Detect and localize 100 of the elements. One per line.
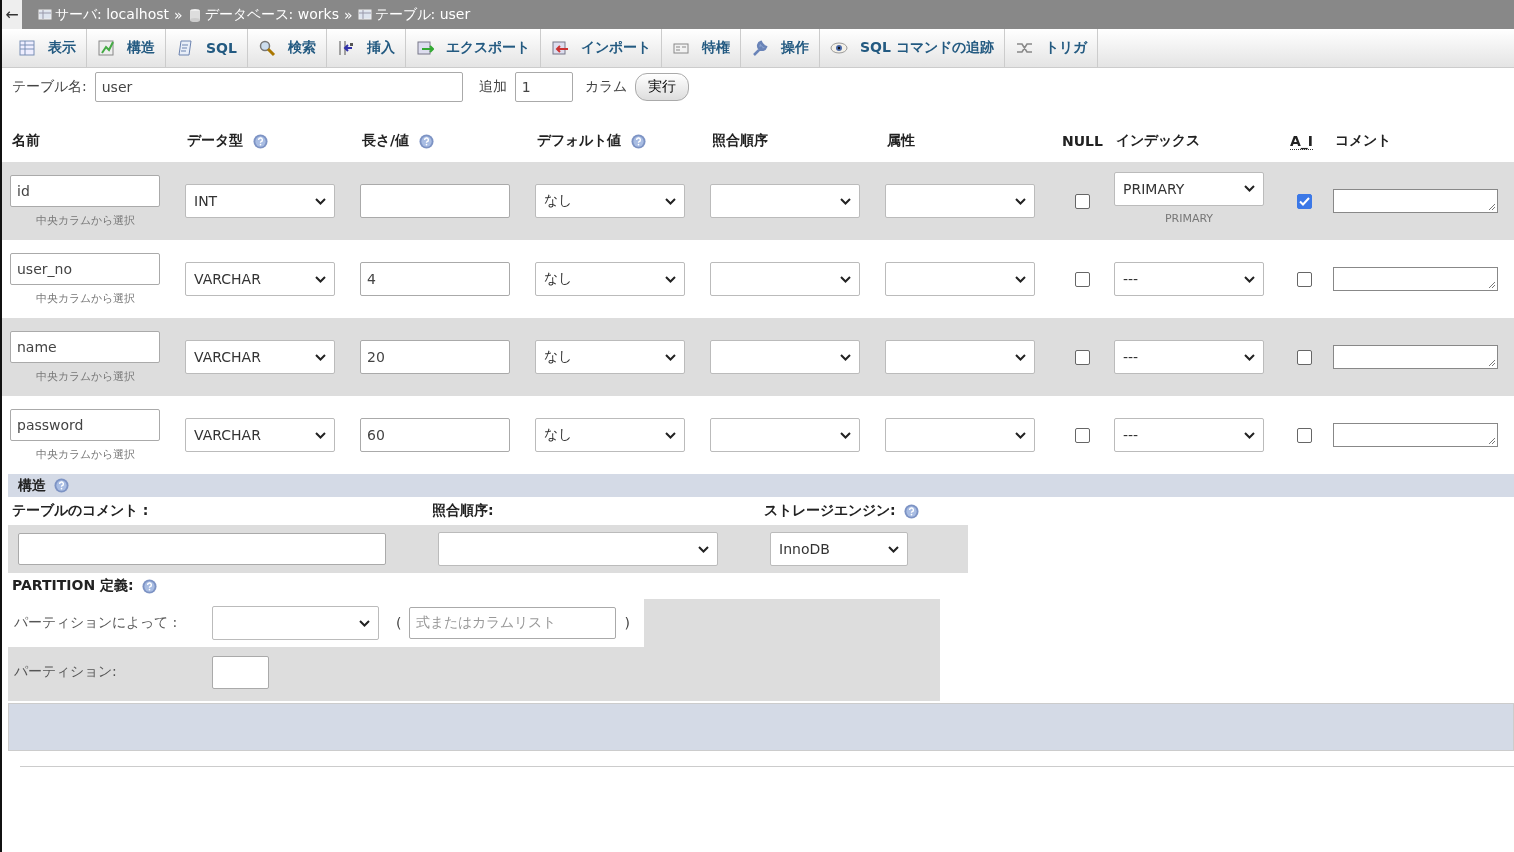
null-checkbox[interactable] [1075,193,1090,209]
collation-select[interactable] [710,184,860,218]
default-select[interactable]: なし [535,340,685,374]
length-field[interactable]: 60 [360,418,510,452]
column-name-field[interactable]: id [10,174,160,207]
table-name-label: テーブル名: [12,78,87,96]
comment-field[interactable] [1333,267,1498,291]
chevron-icon [665,353,676,361]
tab[interactable]: 検索 [247,29,327,67]
resize-grip-icon[interactable] [1488,281,1496,289]
chevron-icon [1015,197,1026,205]
add-count-field[interactable]: 1 [514,72,573,102]
index-select[interactable]: PRIMARY [1114,171,1264,206]
column-name-field[interactable]: password [10,408,160,441]
chevron-icon [315,353,326,361]
type-select[interactable]: INT [185,184,335,218]
length-field[interactable]: 4 [360,262,510,296]
help-icon[interactable] [141,578,157,594]
null-checkbox[interactable] [1075,349,1090,365]
tab[interactable]: エクスポート [405,29,541,67]
index-select[interactable]: --- [1114,340,1264,374]
default-select[interactable]: なし [535,184,685,218]
partitions-field[interactable] [212,655,269,689]
null-checkbox[interactable] [1075,427,1090,443]
storage-engine-select[interactable]: InnoDB [770,532,908,566]
attributes-select[interactable] [885,418,1035,452]
null-checkbox[interactable] [1075,271,1090,287]
back-button[interactable]: ← [2,0,22,29]
storage-engine-label: ストレージエンジン: [764,502,896,520]
auto-increment-checkbox[interactable] [1297,349,1312,365]
columns-label: カラム [584,78,627,96]
breadcrumb-separator: » [174,6,183,23]
chevron-icon [698,545,709,553]
tab[interactable]: SQL コマンドの追跡 [819,29,1005,67]
go-button[interactable]: 実行 [634,73,689,101]
column-header: データ型 [187,132,243,150]
eye-icon [829,39,848,57]
chevron-icon [315,431,326,439]
comment-field[interactable] [1333,345,1498,369]
column-name-field[interactable]: name [10,330,160,363]
type-select[interactable]: VARCHAR [185,418,335,452]
collation-select[interactable] [710,418,860,452]
collation-select[interactable] [438,532,718,566]
central-column-link[interactable]: 中央カラムから選択 [10,368,160,384]
chevron-icon [1015,431,1026,439]
tab[interactable]: 特権 [661,29,741,67]
table-comment-field[interactable] [18,533,386,565]
column-name-field[interactable]: user_no [10,252,160,285]
type-select[interactable]: VARCHAR [185,262,335,296]
partition-by-label: パーティションによって : [14,614,179,632]
breadcrumb-link[interactable]: テーブル: user [374,5,471,24]
table-name-field[interactable]: user [94,72,463,102]
resize-grip-icon[interactable] [1488,437,1496,445]
attributes-select[interactable] [885,184,1035,218]
tab[interactable]: 挿入 [326,29,406,67]
auto-increment-checkbox[interactable] [1297,427,1312,443]
tab[interactable]: インポート [540,29,662,67]
collation-label: 照合順序: [432,502,495,520]
tab[interactable]: 構造 [87,29,166,67]
central-column-link[interactable]: 中央カラムから選択 [10,212,160,228]
default-select[interactable]: なし [535,262,685,296]
chevron-icon [1244,431,1255,439]
attributes-select[interactable] [885,262,1035,296]
index-select[interactable]: --- [1114,418,1264,452]
breadcrumb-link[interactable]: サーバ: localhost [55,5,169,24]
collation-select[interactable] [710,262,860,296]
chevron-icon [840,353,851,361]
index-select[interactable]: --- [1114,262,1264,296]
auto-increment-checkbox[interactable] [1297,193,1312,209]
table-comment-label: テーブルのコメント : [12,502,150,520]
column-header: A_I [1290,132,1314,150]
tab[interactable]: 表示 [8,29,87,67]
default-select[interactable]: なし [535,418,685,452]
partition-by-select[interactable] [212,606,379,640]
tab[interactable]: トリガ [1004,29,1098,67]
collation-select[interactable] [710,340,860,374]
column-header: インデックス [1116,132,1200,150]
help-icon[interactable] [253,133,268,149]
paren-text: ( [396,615,402,631]
help-icon[interactable] [903,503,919,519]
chevron-icon [1244,275,1255,283]
comment-field[interactable] [1333,189,1498,213]
add-label: 追加 [478,78,507,96]
resize-grip-icon[interactable] [1488,203,1496,211]
attributes-select[interactable] [885,340,1035,374]
type-select[interactable]: VARCHAR [185,340,335,374]
index-caption: PRIMARY [1163,211,1215,225]
tab[interactable]: SQL [166,29,248,67]
tab[interactable]: 操作 [740,29,820,67]
auto-increment-checkbox[interactable] [1297,271,1312,287]
breadcrumb-link[interactable]: データベース: works [204,5,339,24]
help-icon[interactable] [631,133,646,149]
comment-field[interactable] [1333,423,1498,447]
length-field[interactable]: 20 [360,340,510,374]
central-column-link[interactable]: 中央カラムから選択 [10,290,160,306]
help-icon[interactable] [419,133,435,149]
resize-grip-icon[interactable] [1488,359,1496,367]
central-column-link[interactable]: 中央カラムから選択 [10,446,160,462]
length-field[interactable] [360,184,510,218]
help-icon[interactable] [54,478,69,493]
